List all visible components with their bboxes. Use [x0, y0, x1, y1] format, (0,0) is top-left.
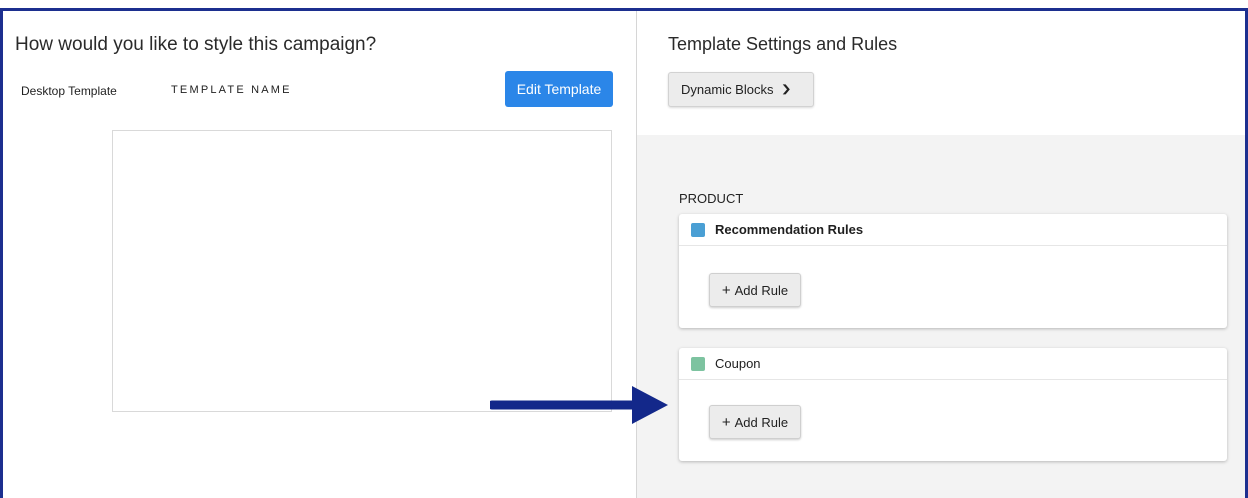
arrow-right-icon — [490, 386, 668, 424]
